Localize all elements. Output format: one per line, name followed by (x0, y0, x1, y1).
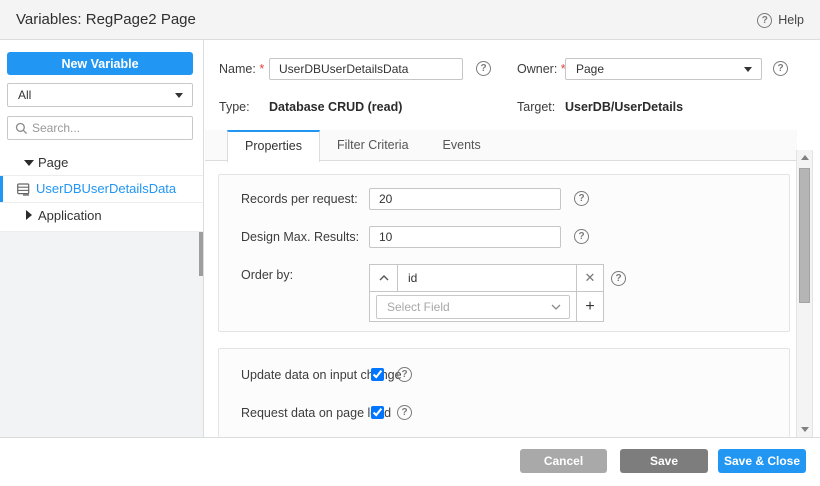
help-circle-icon: ? (757, 13, 772, 28)
page-title: Variables: RegPage2 Page (16, 0, 196, 39)
scrollbar-thumb[interactable] (799, 168, 810, 303)
tree-item-label: UserDBUserDetailsData (36, 176, 176, 201)
tab-bar: Properties Filter Criteria Events (205, 130, 797, 161)
chevron-down-icon (175, 93, 183, 98)
type-label: Type: (219, 100, 250, 115)
database-variable-icon (17, 183, 30, 196)
tree-group-application-label: Application (38, 203, 102, 228)
caret-collapsed-icon[interactable] (26, 210, 32, 220)
select-field-placeholder: Select Field (387, 296, 450, 318)
request-data-label: Request data on page load (241, 406, 391, 420)
search-icon (15, 122, 28, 135)
help-label: Help (778, 13, 804, 27)
update-data-help-icon[interactable]: ? (397, 367, 412, 382)
caret-expanded-icon[interactable] (24, 160, 34, 166)
variable-filter-dropdown[interactable]: All (7, 83, 193, 107)
design-max-results-label: Design Max. Results: (241, 230, 359, 244)
type-value: Database CRUD (read) (269, 100, 402, 115)
filter-selected-value: All (18, 84, 31, 106)
records-per-request-input[interactable] (369, 188, 561, 210)
owner-help-icon[interactable]: ? (773, 61, 788, 76)
sort-ascending-toggle[interactable] (370, 265, 398, 291)
design-max-help-icon[interactable]: ? (574, 229, 589, 244)
selected-indicator (0, 176, 3, 202)
data-settings-group: Records per request: ? Design Max. Resul… (218, 174, 790, 332)
variable-search (7, 116, 193, 140)
target-value: UserDB/UserDetails (565, 100, 683, 115)
save-button[interactable]: Save (620, 449, 708, 473)
new-variable-button[interactable]: New Variable (7, 52, 193, 75)
behavior-settings-group: Update data on input change ? Request da… (218, 348, 790, 437)
add-order-field-button[interactable]: + (576, 292, 603, 321)
owner-dropdown[interactable]: Page (565, 58, 762, 80)
remove-order-field-button[interactable]: ✕ (576, 265, 603, 291)
order-by-widget: id ✕ Select Field + (369, 264, 604, 322)
tab-filter-criteria[interactable]: Filter Criteria (320, 130, 426, 161)
dialog-footer: Cancel Save Save & Close (0, 437, 820, 486)
request-data-checkbox[interactable] (371, 406, 384, 419)
records-per-request-label: Records per request: (241, 192, 358, 206)
save-and-close-button[interactable]: Save & Close (718, 449, 806, 473)
order-by-row: id ✕ (370, 265, 603, 291)
help-link[interactable]: ? Help (757, 0, 804, 40)
select-field-dropdown[interactable]: Select Field (376, 295, 570, 319)
chevron-down-icon (551, 304, 561, 310)
sidebar-scrollbar-thumb[interactable] (199, 232, 203, 276)
scroll-up-arrow-icon[interactable] (801, 155, 809, 160)
tree-group-page[interactable]: Page (0, 150, 203, 176)
target-label: Target: (517, 100, 555, 115)
owner-label: Owner: * (517, 58, 566, 80)
records-help-icon[interactable]: ? (574, 191, 589, 206)
variable-detail-panel: Name: * ? Owner: * Page ? Type: Database… (205, 40, 820, 437)
order-by-label: Order by: (241, 268, 293, 282)
design-max-results-input[interactable] (369, 226, 561, 248)
tree-item-selected-variable[interactable]: UserDBUserDetailsData (0, 176, 203, 203)
name-label: Name: * (219, 58, 264, 80)
variables-sidebar: New Variable All Page (0, 40, 204, 437)
sidebar-empty-area (0, 231, 203, 437)
update-data-checkbox[interactable] (371, 368, 384, 381)
name-input[interactable] (269, 58, 463, 80)
chevron-up-icon (379, 275, 389, 281)
variables-tree: Page UserDBUserDetailsData Application (0, 150, 203, 232)
owner-selected-value: Page (576, 59, 604, 79)
search-input[interactable] (32, 118, 187, 138)
required-asterisk: * (259, 62, 264, 76)
name-help-icon[interactable]: ? (476, 61, 491, 76)
variables-dialog: Variables: RegPage2 Page ? Help New Vari… (0, 0, 820, 486)
tree-group-page-label: Page (38, 150, 68, 175)
tree-group-application[interactable]: Application (0, 203, 203, 232)
request-data-help-icon[interactable]: ? (397, 405, 412, 420)
tab-properties[interactable]: Properties (227, 130, 320, 162)
dialog-header: Variables: RegPage2 Page ? Help (0, 0, 820, 40)
cancel-button[interactable]: Cancel (520, 449, 607, 473)
order-by-help-icon[interactable]: ? (611, 271, 626, 286)
chevron-down-icon (744, 67, 752, 72)
content-scrollbar[interactable] (796, 150, 813, 437)
add-order-field-row: Select Field + (370, 291, 603, 321)
order-by-field-value[interactable]: id (398, 265, 576, 291)
scroll-down-arrow-icon[interactable] (801, 427, 809, 432)
tab-events[interactable]: Events (426, 130, 498, 161)
